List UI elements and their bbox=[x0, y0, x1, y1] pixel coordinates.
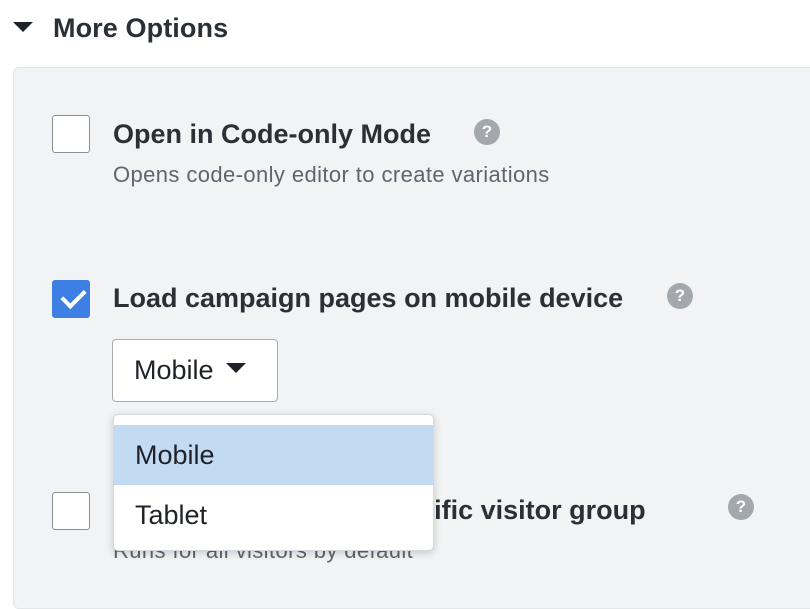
code-only-mode-help-icon[interactable]: ? bbox=[474, 119, 500, 145]
device-select-value: Mobile bbox=[134, 355, 214, 385]
code-only-mode-description: Opens code-only editor to create variati… bbox=[113, 162, 550, 187]
code-only-mode-checkbox[interactable] bbox=[52, 115, 90, 153]
visitor-group-checkbox[interactable] bbox=[52, 492, 90, 530]
dropdown-option-tablet[interactable]: Tablet bbox=[114, 485, 433, 545]
visitor-group-help-icon[interactable]: ? bbox=[728, 494, 754, 520]
load-mobile-help-icon[interactable]: ? bbox=[667, 283, 693, 309]
device-select[interactable]: Mobile bbox=[112, 339, 278, 402]
load-mobile-label: Load campaign pages on mobile device bbox=[113, 283, 624, 313]
checkmark-icon bbox=[60, 282, 87, 310]
chevron-down-icon bbox=[225, 362, 246, 373]
more-options-toggle[interactable]: More Options bbox=[13, 8, 228, 48]
caret-down-icon bbox=[13, 22, 33, 32]
section-title: More Options bbox=[53, 12, 229, 43]
dropdown-option-mobile[interactable]: Mobile bbox=[114, 425, 433, 485]
code-only-mode-label: Open in Code-only Mode bbox=[113, 119, 431, 149]
device-dropdown-menu: Mobile Tablet bbox=[113, 414, 434, 551]
load-mobile-checkbox[interactable] bbox=[52, 280, 90, 318]
